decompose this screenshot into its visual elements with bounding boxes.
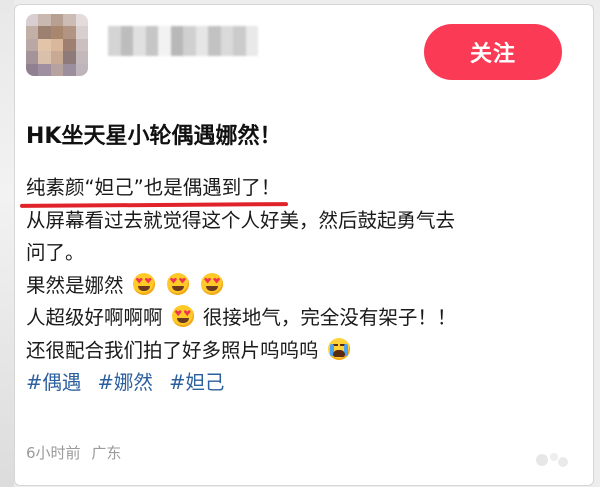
body-line: 人超级好啊啊啊 很接地气，完全没有架子！！ (26, 302, 566, 335)
post-title: HK坐天星小轮偶遇娜然！ (26, 124, 282, 149)
heart-eyes-emoji (132, 272, 155, 295)
post-meta: 6小时前 广东 (26, 442, 121, 463)
body-line: 果然是娜然 (26, 270, 566, 303)
body-text-line-6: 还很配合我们拍了好多照片呜呜呜 (26, 338, 319, 362)
heart-eyes-emoji (166, 272, 189, 295)
hashtag-link[interactable]: #妲己 (169, 371, 224, 394)
post-body: 纯素颜“妲己”也是偶遇到了！ 从屏幕看过去就觉得这个人好美，然后鼓起勇气去 问了… (19, 172, 566, 400)
hashtag-link[interactable]: #偶遇 (26, 371, 81, 394)
username-blurred[interactable] (108, 26, 258, 56)
background-strip (0, 0, 14, 487)
hashtag-row: #偶遇 #娜然 #妲己 (26, 367, 566, 400)
watermark-logo-icon (536, 453, 568, 467)
body-line: 还很配合我们拍了好多照片呜呜呜 (26, 335, 566, 368)
body-line: 纯素颜“妲己”也是偶遇到了！ (19, 172, 566, 208)
post-location: 广东 (91, 444, 122, 462)
crying-emoji (327, 337, 350, 360)
heart-eyes-emoji (201, 272, 224, 295)
post-time: 6小时前 (26, 444, 81, 462)
body-text-line-4: 果然是娜然 (26, 273, 124, 297)
heart-eyes-emoji (171, 305, 194, 327)
highlighted-sentence: 纯素颜“妲己”也是偶遇到了！ (19, 172, 289, 208)
hashtag-link[interactable]: #娜然 (98, 371, 153, 394)
body-text-line-5a: 人超级好啊啊啊 (26, 306, 163, 329)
body-text-line-1: 纯素颜“妲己”也是偶遇到了！ (26, 176, 281, 199)
avatar[interactable] (26, 14, 88, 76)
body-line: 问了。 (26, 241, 85, 264)
follow-button[interactable]: 关注 (424, 24, 562, 80)
body-text-line-5b: 很接地气，完全没有架子！！ (202, 306, 457, 329)
body-line: 从屏幕看过去就觉得这个人好美，然后鼓起勇气去 (26, 208, 456, 232)
